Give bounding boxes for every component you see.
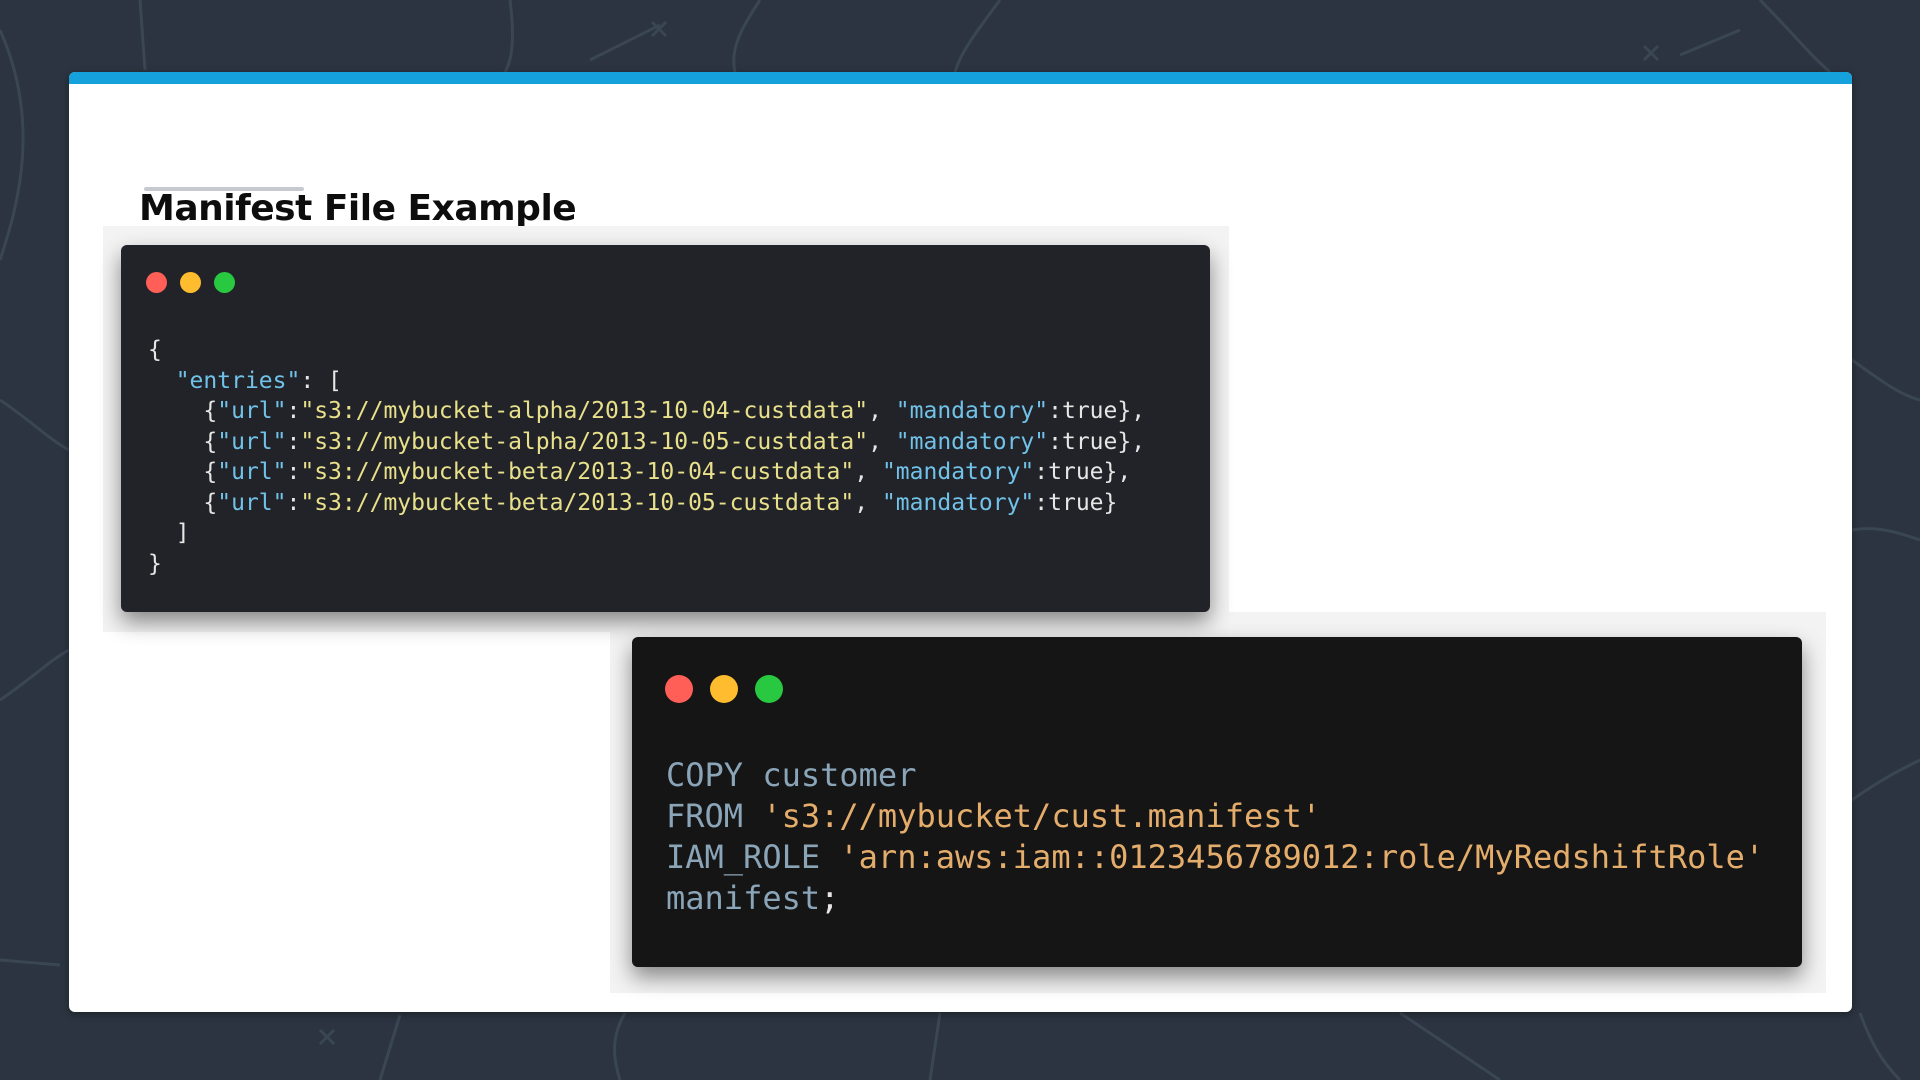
close-dot-icon[interactable] xyxy=(665,675,693,703)
sql-line: FROM 's3://mybucket/cust.manifest' xyxy=(666,796,1764,837)
json-token: ] xyxy=(148,520,190,546)
sql-code-window: COPY customer FROM 's3://mybucket/cust.ma… xyxy=(632,637,1802,967)
json-token: "url" xyxy=(217,398,287,424)
json-token: { xyxy=(148,459,218,485)
json-token: "mandatory" xyxy=(895,398,1049,424)
json-token: :true} xyxy=(1034,489,1118,516)
json-token: , xyxy=(854,489,882,516)
sql-token: IAM_ROLE xyxy=(666,838,840,876)
minimize-dot-icon[interactable] xyxy=(180,272,201,293)
json-token: :true}, xyxy=(1048,398,1146,424)
json-line: {"url":"s3://mybucket-beta/2013-10-05-cu… xyxy=(148,488,1145,519)
json-line: {"url":"s3://mybucket-alpha/2013-10-04-c… xyxy=(148,396,1145,427)
json-line: { xyxy=(148,335,1145,366)
sql-copy-command-code: COPY customer FROM 's3://mybucket/cust.ma… xyxy=(666,755,1764,919)
maximize-dot-icon[interactable] xyxy=(755,675,783,703)
json-token: : [ xyxy=(300,367,342,394)
sql-token: manifest xyxy=(666,879,821,917)
json-token: "mandatory" xyxy=(881,459,1035,485)
json-token: :true}, xyxy=(1034,459,1132,485)
json-token: , xyxy=(868,428,896,455)
json-line: "entries": [ xyxy=(148,366,1145,397)
json-token: : xyxy=(286,428,301,455)
json-token: "s3://mybucket-alpha/2013-10-04-custdata… xyxy=(300,398,869,424)
json-token: "s3://mybucket-beta/2013-10-05-custdata" xyxy=(300,489,855,516)
json-token: { xyxy=(148,428,218,455)
sql-line: IAM_ROLE 'arn:aws:iam::0123456789012:rol… xyxy=(666,837,1764,878)
window-controls xyxy=(146,272,235,293)
title-underline xyxy=(144,187,304,191)
json-line: {"url":"s3://mybucket-alpha/2013-10-05-c… xyxy=(148,427,1145,458)
json-manifest-code: { "entries": [ {"url":"s3://mybucket-alp… xyxy=(148,335,1145,579)
json-token: "url" xyxy=(217,428,287,455)
sql-token: COPY customer xyxy=(666,756,917,794)
json-token: "s3://mybucket-beta/2013-10-04-custdata" xyxy=(300,459,855,485)
json-token: "url" xyxy=(217,489,287,516)
json-line: } xyxy=(148,549,1145,580)
sql-line: COPY customer xyxy=(666,755,1764,796)
json-token: { xyxy=(148,489,218,516)
json-token: :true}, xyxy=(1048,428,1146,455)
sql-token: FROM xyxy=(666,797,763,835)
json-token: { xyxy=(148,337,162,363)
json-line: ] xyxy=(148,518,1145,549)
json-token: , xyxy=(854,459,882,485)
json-token: } xyxy=(148,550,162,577)
slide-accent-bar xyxy=(69,72,1852,84)
sql-token: 's3://mybucket/cust.manifest' xyxy=(762,797,1322,835)
json-token: "mandatory" xyxy=(881,489,1035,516)
sql-token: 'arn:aws:iam::0123456789012:role/MyRedsh… xyxy=(839,838,1765,876)
json-line: {"url":"s3://mybucket-beta/2013-10-04-cu… xyxy=(148,457,1145,488)
maximize-dot-icon[interactable] xyxy=(214,272,235,293)
json-token: : xyxy=(286,459,301,485)
close-dot-icon[interactable] xyxy=(146,272,167,293)
window-controls xyxy=(665,675,783,703)
json-code-window: { "entries": [ {"url":"s3://mybucket-alp… xyxy=(121,245,1210,612)
json-token: "entries" xyxy=(175,367,301,394)
json-token: : xyxy=(286,398,301,424)
json-token: : xyxy=(286,489,301,516)
sql-line: manifest; xyxy=(666,878,1764,919)
json-token: "mandatory" xyxy=(895,428,1049,455)
slide-title: Manifest File Example xyxy=(139,188,577,229)
json-token: "url" xyxy=(217,459,287,485)
json-token: "s3://mybucket-alpha/2013-10-05-custdata… xyxy=(300,428,869,455)
sql-token: ; xyxy=(820,879,840,917)
minimize-dot-icon[interactable] xyxy=(710,675,738,703)
slide-card: Manifest File Example { "entries": [ {"u… xyxy=(69,72,1852,1012)
json-token: { xyxy=(148,398,218,424)
json-token: , xyxy=(868,398,896,424)
